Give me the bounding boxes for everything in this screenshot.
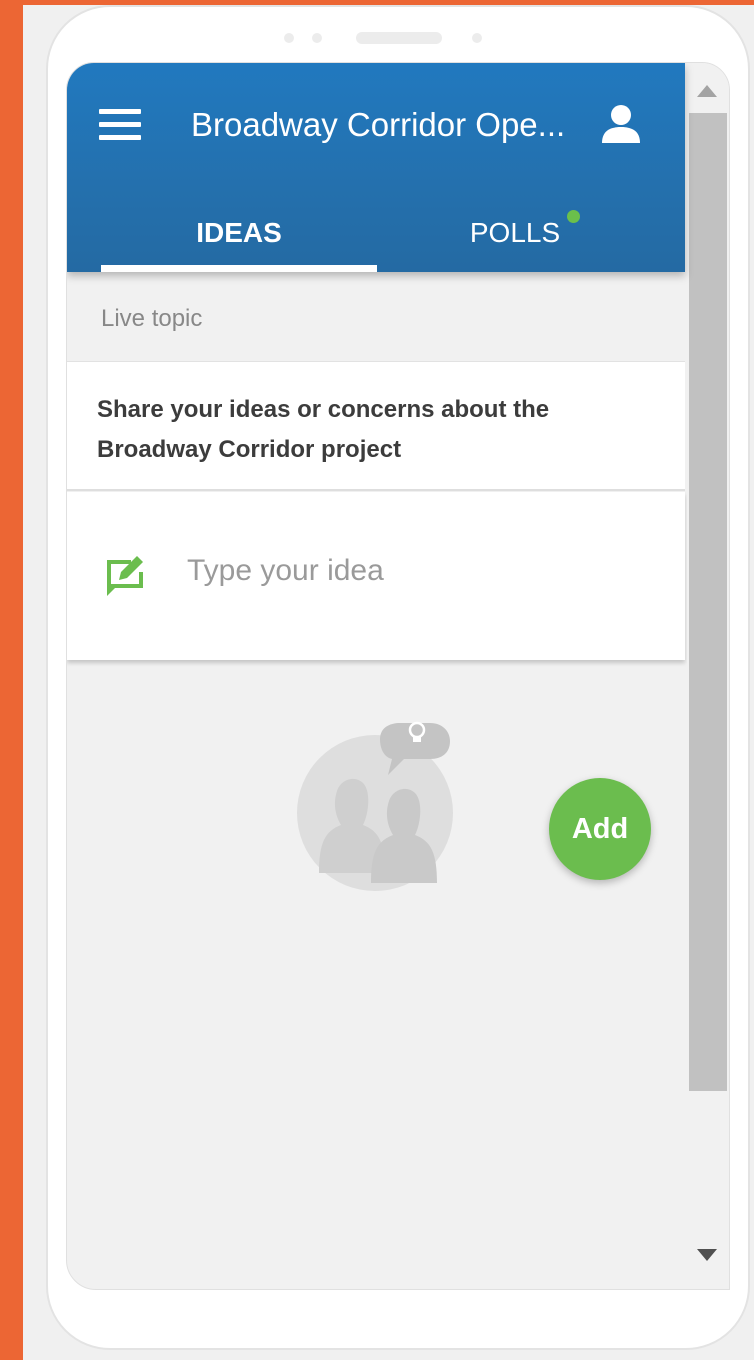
active-tab-indicator bbox=[101, 265, 377, 272]
scrollbar[interactable] bbox=[687, 63, 729, 1289]
tab-ideas[interactable]: IDEAS bbox=[101, 213, 377, 253]
empty-state-illustration bbox=[297, 721, 453, 891]
scroll-down-icon[interactable] bbox=[695, 1245, 719, 1265]
app-screen: Broadway Corridor Ope... IDEAS POLLS Liv… bbox=[66, 62, 730, 1290]
scrollbar-thumb[interactable] bbox=[689, 113, 727, 1091]
phone-speaker bbox=[356, 32, 442, 44]
tab-polls[interactable]: POLLS bbox=[377, 213, 653, 253]
phone-sensor-dot bbox=[284, 33, 294, 43]
user-icon[interactable] bbox=[600, 103, 642, 145]
phone-speaker-row bbox=[48, 31, 748, 45]
menu-icon[interactable] bbox=[99, 107, 143, 143]
phone-sensor-dot bbox=[312, 33, 322, 43]
idea-input-placeholder[interactable]: Type your idea bbox=[187, 554, 384, 588]
topic-card: Share your ideas or concerns about the B… bbox=[67, 361, 685, 491]
left-accent-stripe bbox=[0, 0, 23, 1360]
topic-text: Share your ideas or concerns about the B… bbox=[97, 396, 550, 463]
phone-camera-dot bbox=[472, 33, 482, 43]
app-title: Broadway Corridor Ope... bbox=[191, 106, 566, 143]
add-idea-button[interactable]: Add bbox=[549, 778, 651, 880]
edit-icon bbox=[107, 556, 143, 596]
live-topic-label: Live topic bbox=[101, 305, 203, 332]
idea-input-card[interactable]: Type your idea bbox=[67, 492, 685, 660]
app-header: Broadway Corridor Ope... IDEAS POLLS bbox=[67, 63, 685, 272]
scroll-up-icon[interactable] bbox=[695, 81, 719, 101]
polls-new-indicator bbox=[567, 210, 580, 223]
